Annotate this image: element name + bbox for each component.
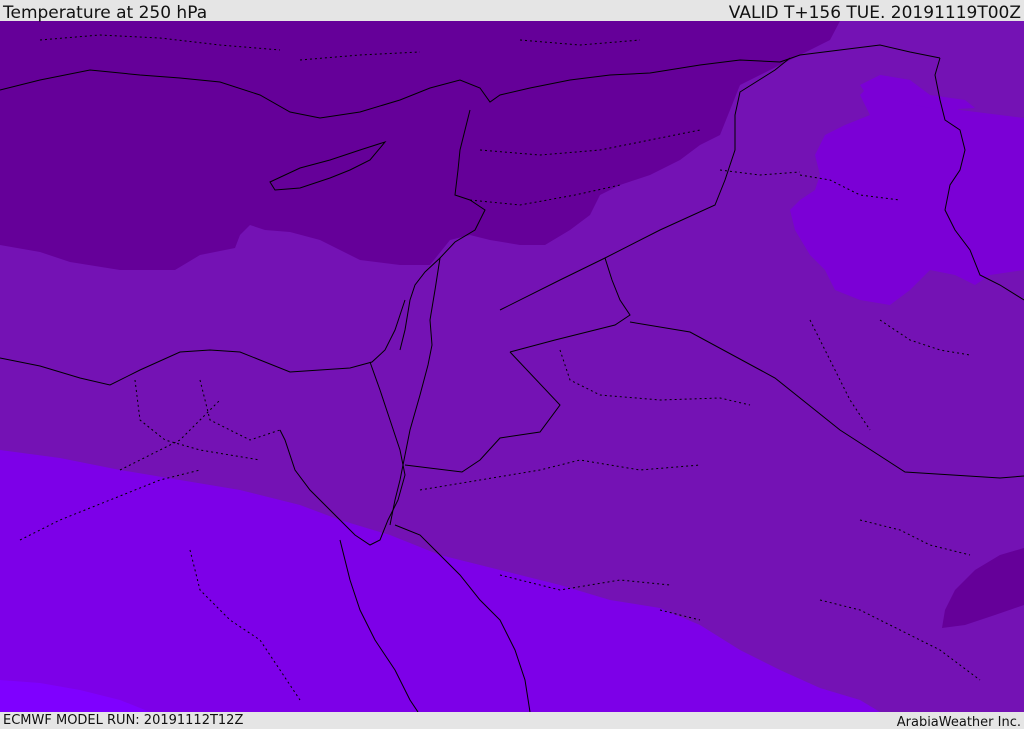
- map-canvas: [0, 21, 1024, 712]
- valid-time-label: VALID T+156 TUE. 20191119T00Z: [728, 3, 1021, 23]
- model-run-label: ECMWF MODEL RUN: 20191112T12Z: [3, 713, 244, 728]
- credit-label: ArabiaWeather Inc.: [896, 715, 1021, 729]
- temperature-map: [0, 21, 1024, 712]
- map-frame: Temperature at 250 hPa VALID T+156 TUE. …: [0, 0, 1024, 729]
- map-title: Temperature at 250 hPa: [3, 3, 208, 23]
